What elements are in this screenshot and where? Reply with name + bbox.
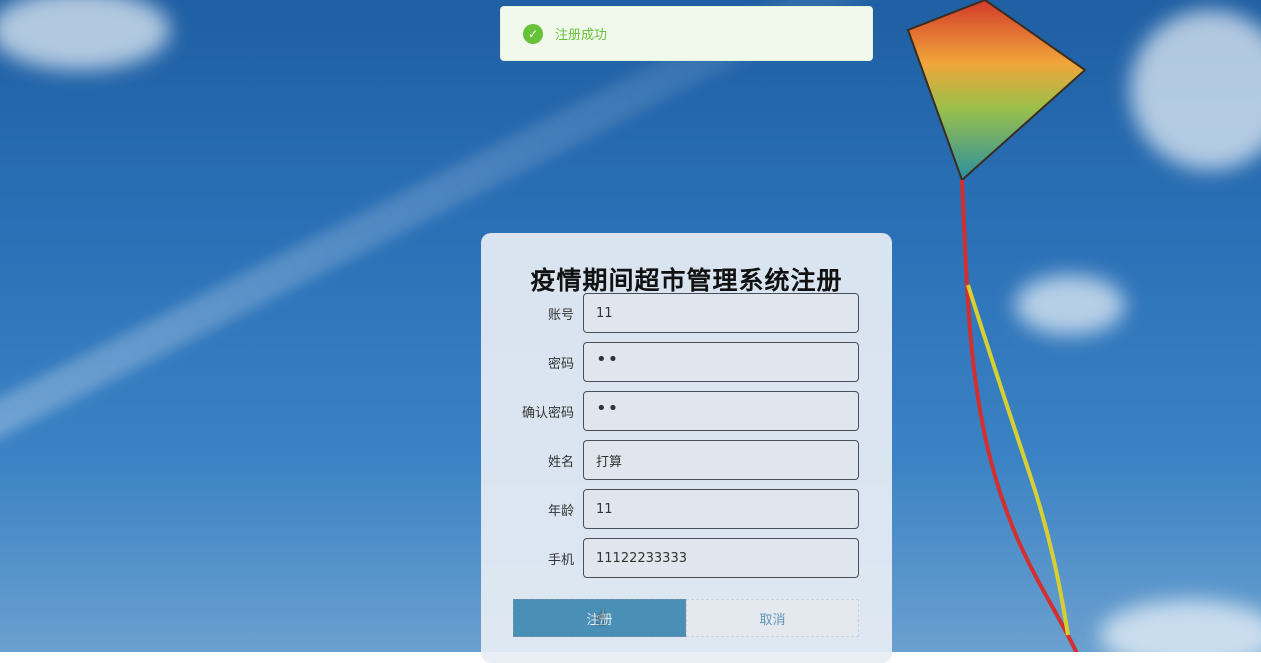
password-input[interactable]: •• — [583, 342, 859, 382]
name-input[interactable] — [583, 440, 859, 480]
account-row: 账号 — [481, 293, 892, 333]
phone-input[interactable] — [583, 538, 859, 578]
cancel-label: 取消 — [759, 612, 786, 628]
age-input[interactable] — [583, 489, 859, 529]
phone-label: 手机 — [547, 553, 574, 568]
cloud — [1130, 10, 1261, 170]
name-label: 姓名 — [547, 455, 574, 470]
account-input[interactable] — [583, 293, 859, 333]
password-label: 密码 — [547, 357, 574, 372]
password-row: 密码 •• — [481, 342, 892, 382]
confirm-password-label: 确认密码 — [521, 406, 574, 421]
page-title: 疫情期间超市管理系统注册 — [530, 266, 843, 295]
form-actions: 注册 ☝ 取消 — [513, 599, 859, 637]
submit-button[interactable]: 注册 ☝ — [513, 599, 686, 637]
confirm-password-input[interactable]: •• — [583, 391, 859, 431]
hand-cursor-icon: ☝ — [594, 606, 607, 630]
age-row: 年龄 — [481, 489, 892, 529]
cancel-button[interactable]: 取消 — [686, 599, 859, 637]
account-label: 账号 — [547, 308, 574, 323]
cloud — [1100, 600, 1261, 652]
age-label: 年龄 — [547, 504, 574, 519]
cloud — [0, 0, 170, 70]
phone-row: 手机 — [481, 538, 892, 578]
register-panel: 疫情期间超市管理系统注册 账号 密码 •• 确认密码 •• 姓名 年龄 手机 注… — [481, 233, 892, 663]
name-row: 姓名 — [481, 440, 892, 480]
confirm-password-row: 确认密码 •• — [481, 391, 892, 431]
kite-image — [906, 0, 1087, 652]
toast-message: 注册成功 — [555, 28, 608, 43]
check-circle-icon: ✓ — [523, 23, 543, 44]
success-toast: ✓ 注册成功 — [500, 6, 873, 61]
